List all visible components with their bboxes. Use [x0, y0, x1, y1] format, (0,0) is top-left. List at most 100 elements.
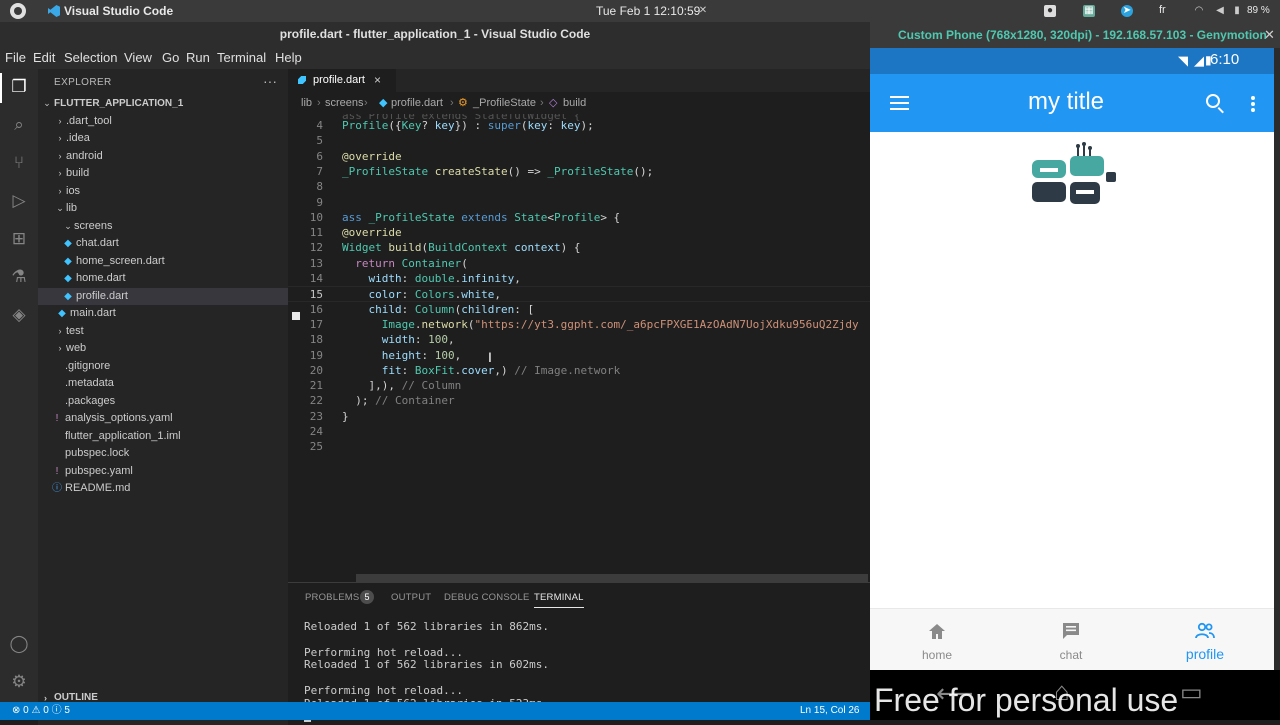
breadcrumb-method[interactable]: build — [563, 92, 586, 114]
cursor-position[interactable]: Ln 15, Col 26 — [800, 702, 860, 720]
tree-item[interactable]: ◆ profile.dart — [38, 287, 288, 305]
search-icon[interactable] — [1206, 94, 1220, 108]
terminal-line: Reloaded 1 of 562 libraries in 602ms. — [304, 658, 550, 672]
tab-problems[interactable]: PROBLEMS — [305, 592, 359, 603]
tree-item[interactable]: ⌄ screens — [38, 218, 288, 236]
search-icon[interactable]: ⌕ — [9, 115, 29, 135]
battery-icon[interactable]: ▮ — [1231, 5, 1243, 17]
tree-item[interactable]: pubspec.lock — [38, 445, 288, 463]
tree-item[interactable]: ◆ home.dart — [38, 270, 288, 288]
line-number: 6 — [316, 149, 323, 163]
tree-item-label: .gitignore — [65, 359, 111, 372]
ubuntu-logo-icon[interactable] — [10, 3, 26, 19]
tree-item-label: home_screen.dart — [76, 254, 165, 267]
menu-run[interactable]: Run — [186, 50, 210, 65]
system-clock[interactable]: Tue Feb 1 12:10:59 — [596, 4, 700, 18]
breadcrumb-lib[interactable]: lib — [301, 92, 312, 114]
nav-home-label: home — [921, 648, 953, 662]
line-number: 4 — [316, 119, 323, 132]
more-vert-icon[interactable] — [1251, 96, 1255, 112]
yaml-file-icon: ! — [55, 413, 59, 424]
tree-item[interactable]: .metadata — [38, 375, 288, 393]
menu-icon[interactable] — [890, 96, 909, 110]
keyboard-layout[interactable]: fr — [1159, 4, 1166, 16]
tree-item[interactable]: › .dart_tool — [38, 113, 288, 131]
close-icon[interactable]: ✕ — [1264, 22, 1275, 48]
run-debug-icon[interactable]: ▷ — [9, 191, 29, 211]
editor-area: profile.dart × lib › screens › ◆ profile… — [288, 69, 870, 582]
horizontal-scrollbar[interactable] — [356, 574, 868, 582]
menu-selection[interactable]: Selection — [64, 50, 117, 65]
window-title: profile.dart - flutter_application_1 - V… — [0, 22, 870, 47]
breadcrumb-file[interactable]: profile.dart — [391, 92, 443, 114]
nav-profile[interactable]: profile — [1138, 609, 1272, 671]
flutter-icon[interactable]: ◈ — [9, 305, 29, 325]
breadcrumb-screens[interactable]: screens — [325, 92, 364, 114]
home-icon — [929, 624, 945, 639]
tree-item[interactable]: › build — [38, 165, 288, 183]
dart-file-icon: ◆ — [64, 273, 72, 284]
notifications-off-icon[interactable]: ✕ — [697, 5, 709, 17]
source-control-icon[interactable]: ⑂ — [9, 153, 29, 173]
close-icon[interactable]: × — [374, 69, 381, 92]
tree-item[interactable]: › test — [38, 323, 288, 341]
line-number: 20 — [309, 363, 323, 377]
app-bar: my title — [870, 74, 1274, 132]
more-actions-icon[interactable]: ··· — [263, 73, 277, 89]
account-icon[interactable]: ◯ — [9, 634, 29, 654]
tree-item[interactable]: flutter_application_1.iml — [38, 428, 288, 446]
extensions-icon[interactable]: ⊞ — [9, 229, 29, 249]
line-number: 12 — [309, 241, 323, 255]
chevron-right-icon: › — [58, 185, 62, 196]
watermark: Free for personal use — [874, 682, 1179, 718]
menu-edit[interactable]: Edit — [33, 50, 55, 65]
nav-chat[interactable]: chat — [1004, 609, 1138, 671]
emulator-title-bar: Custom Phone (768x1280, 320dpi) - 192.16… — [870, 22, 1280, 48]
tray-app-icon[interactable]: ● — [1044, 5, 1056, 17]
tree-item[interactable]: ◆ home_screen.dart — [38, 253, 288, 271]
volume-icon[interactable]: ◀ — [1214, 5, 1226, 17]
chevron-down-icon: ⌄ — [56, 203, 64, 213]
breadcrumb-class[interactable]: _ProfileState — [473, 92, 536, 114]
app-body — [870, 132, 1274, 608]
active-app-name[interactable]: Visual Studio Code — [64, 4, 173, 18]
tree-item[interactable]: ! pubspec.yaml — [38, 463, 288, 481]
tree-item[interactable]: › android — [38, 148, 288, 166]
tree-root[interactable]: ⌄ FLUTTER_APPLICATION_1 — [38, 95, 288, 113]
tree-item[interactable]: ⓘ README.md — [38, 480, 288, 498]
tab-terminal[interactable]: TERMINAL — [534, 592, 584, 608]
tree-item[interactable]: › web — [38, 340, 288, 358]
recents-icon[interactable]: ▭ — [1180, 678, 1203, 707]
editor-tabs: profile.dart × — [288, 69, 870, 92]
tree-item[interactable]: .gitignore — [38, 358, 288, 376]
tree-item[interactable]: ! analysis_options.yaml — [38, 410, 288, 428]
menu-view[interactable]: View — [124, 50, 152, 65]
tab-profile-dart[interactable]: profile.dart × — [288, 69, 396, 92]
settings-gear-icon[interactable]: ⚙ — [9, 672, 29, 692]
nav-home[interactable]: home — [870, 609, 1004, 671]
problems-status[interactable]: ⊗ 0 ⚠ 0 ⓘ 5 — [12, 702, 70, 720]
tab-debug-console[interactable]: DEBUG CONSOLE — [444, 592, 529, 603]
menu-terminal[interactable]: Terminal — [217, 50, 266, 65]
people-icon — [1195, 622, 1215, 639]
tree-item[interactable]: ◆ chat.dart — [38, 235, 288, 253]
tree-item[interactable]: › .idea — [38, 130, 288, 148]
code-editor[interactable]: ass Profile extends StatefulWidget { 4 Pr… — [288, 114, 870, 554]
tree-item[interactable]: ◆ main.dart — [38, 305, 288, 323]
line-number: 14 — [309, 272, 323, 285]
tab-output[interactable]: OUTPUT — [391, 592, 431, 603]
menu-go[interactable]: Go — [162, 50, 179, 65]
wifi-icon[interactable]: ◠ — [1193, 5, 1205, 17]
menu-help[interactable]: Help — [275, 50, 302, 65]
tree-item[interactable]: ⌄ lib — [38, 200, 288, 218]
tree-item[interactable]: › ios — [38, 183, 288, 201]
gutter-marker[interactable] — [292, 312, 300, 320]
menu-file[interactable]: File — [5, 50, 26, 65]
workspace-name: FLUTTER_APPLICATION_1 — [54, 98, 184, 109]
tray-image-icon[interactable]: ▦ — [1083, 5, 1095, 17]
tree-item[interactable]: .packages — [38, 393, 288, 411]
telegram-icon[interactable]: ➤ — [1121, 5, 1133, 17]
chevron-right-icon: › — [364, 97, 368, 109]
testing-icon[interactable]: ⚗ — [9, 267, 29, 287]
explorer-icon[interactable]: ❐ — [9, 77, 29, 97]
